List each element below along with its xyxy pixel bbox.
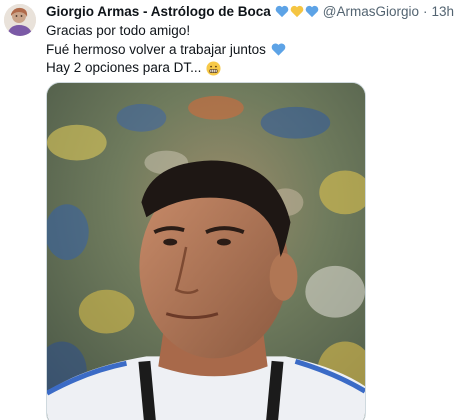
tweet-header: Giorgio Armas - Astrólogo de Boca @Armas…: [46, 2, 470, 20]
tweet-photo[interactable]: [46, 82, 366, 420]
tweet-card[interactable]: Giorgio Armas - Astrólogo de Boca @Armas…: [0, 0, 474, 420]
tweet-line: Hay 2 opciones para DT...: [46, 59, 286, 78]
tweet-text: Gracias por todo amigo! Fué hermoso volv…: [46, 22, 286, 78]
tweet-line-text: Hay 2 opciones para DT...: [46, 60, 202, 75]
tweet-line-text: Gracias por todo amigo!: [46, 23, 191, 38]
author-handle[interactable]: @ArmasGiorgio: [323, 4, 419, 19]
tweet-timestamp[interactable]: 13h: [432, 4, 455, 19]
separator-dot: ·: [423, 3, 428, 19]
author-name-emojis: [275, 5, 319, 18]
tweet-line: Fué hermoso volver a trabajar juntos: [46, 41, 286, 60]
avatar[interactable]: [4, 4, 36, 36]
yellow-heart-icon: [290, 5, 304, 17]
author-name[interactable]: Giorgio Armas - Astrólogo de Boca: [46, 4, 271, 19]
grimacing-face-icon: [206, 61, 221, 76]
blue-heart-icon: [271, 43, 286, 56]
tweet-line-text: Fué hermoso volver a trabajar juntos: [46, 41, 266, 57]
tweet-line: Gracias por todo amigo!: [46, 22, 286, 41]
blue-heart-icon: [275, 5, 289, 17]
blue-heart-icon: [305, 5, 319, 17]
